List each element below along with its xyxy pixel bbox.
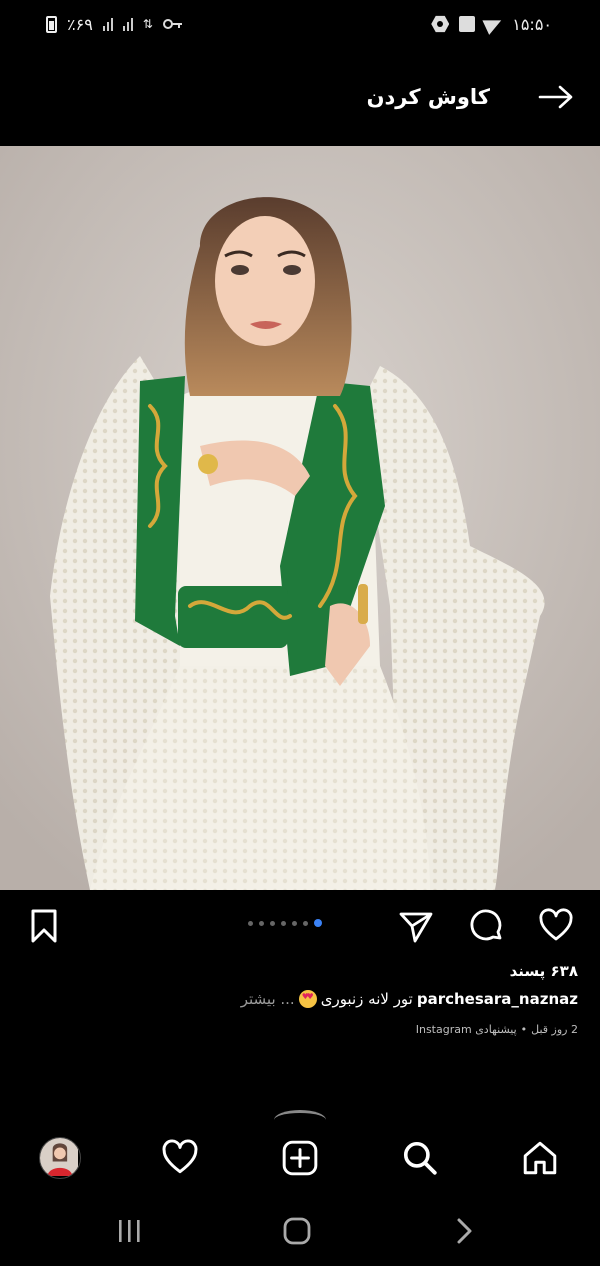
activity-icon[interactable] — [158, 1136, 202, 1180]
meta-separator: • — [520, 1023, 528, 1036]
share-icon[interactable] — [398, 908, 434, 944]
carousel-dot-active — [314, 919, 322, 927]
heart-eyes-emoji — [298, 990, 317, 1008]
status-bar: ٪۶۹ ⇅ ۱۵:۵۰ — [0, 0, 600, 48]
carousel-dot — [270, 920, 275, 926]
header: کاوش کردن — [0, 48, 600, 146]
status-left: ٪۶۹ ⇅ — [46, 15, 183, 34]
image-icon — [459, 16, 476, 32]
carousel-dot — [292, 920, 297, 926]
carousel-dot — [303, 920, 308, 926]
battery-icon — [46, 15, 57, 33]
create-icon[interactable] — [278, 1136, 322, 1180]
post-meta: 2 روز قبل • پیشنهادی Instagram — [416, 1023, 578, 1036]
caption-username[interactable]: parchesara_naznaz — [417, 990, 578, 1008]
hexagon-icon — [431, 15, 450, 33]
post-time: 2 روز قبل — [531, 1023, 578, 1036]
system-nav — [0, 1196, 600, 1266]
carousel-dot — [281, 920, 286, 926]
signal-icon — [122, 17, 133, 31]
status-right: ۱۵:۵۰ — [431, 13, 552, 35]
arrow-right-icon[interactable] — [538, 85, 574, 109]
like-count[interactable]: ۶۳۸ پسند — [510, 962, 578, 980]
home-icon[interactable] — [518, 1136, 562, 1180]
comment-icon[interactable] — [469, 908, 505, 944]
signal-icon — [102, 17, 113, 31]
caption-text: تور لانه زنبوری — [320, 990, 413, 1008]
data-icon: ⇅ — [142, 17, 153, 31]
telegram-icon — [482, 13, 505, 35]
back-button-icon[interactable] — [444, 1214, 484, 1248]
avatar — [39, 1137, 81, 1179]
caption[interactable]: parchesara_naznaz تور لانه زنبوری ... بی… — [241, 990, 578, 1008]
post-image[interactable] — [0, 146, 600, 890]
search-icon[interactable] — [398, 1136, 442, 1180]
battery-text: ٪۶۹ — [67, 14, 93, 34]
key-icon — [162, 15, 183, 34]
recents-icon[interactable] — [110, 1214, 150, 1248]
bookmark-icon[interactable] — [26, 908, 62, 944]
page-title: کاوش کردن — [366, 85, 490, 109]
clock: ۱۵:۵۰ — [512, 14, 552, 34]
suggested-label: پیشنهادی Instagram — [415, 1023, 517, 1036]
like-icon[interactable] — [538, 908, 574, 944]
carousel-dot — [259, 920, 264, 926]
profile-avatar[interactable] — [38, 1136, 82, 1180]
carousel-dot — [248, 920, 253, 926]
home-button-icon[interactable] — [277, 1214, 317, 1248]
bottom-nav — [0, 1124, 600, 1190]
caption-more-link[interactable]: ... بیشتر — [241, 990, 295, 1008]
carousel-indicator — [248, 919, 322, 927]
